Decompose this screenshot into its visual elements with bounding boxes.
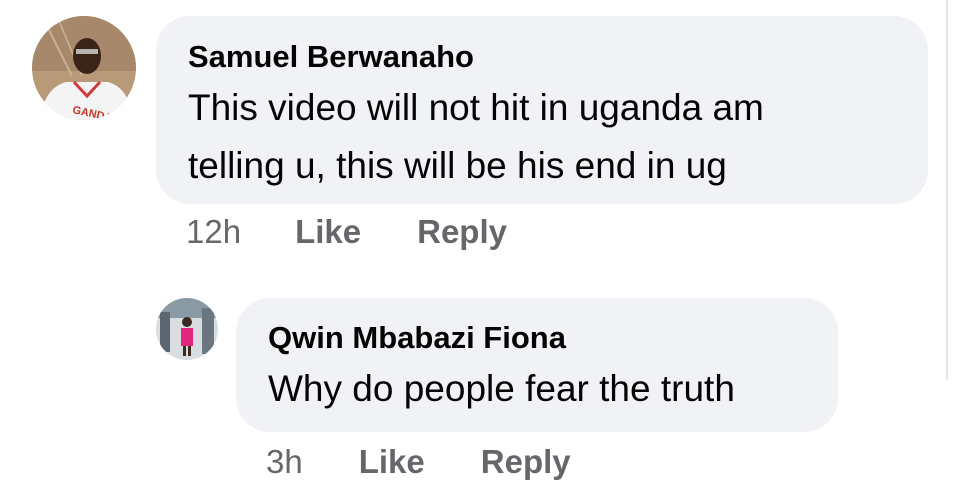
reply-author[interactable]: Qwin Mbabazi Fiona [268, 320, 566, 356]
reply-like-button[interactable]: Like [359, 443, 425, 481]
avatar-photo: GANDA [32, 16, 136, 120]
reply-avatar[interactable] [156, 298, 218, 360]
reply-reply-button[interactable]: Reply [481, 443, 571, 481]
comment-bubble: Samuel Berwanaho This video will not hit… [156, 16, 928, 204]
avatar[interactable]: GANDA [32, 16, 136, 120]
scrollbar-edge [946, 0, 948, 380]
reply-bubble: Qwin Mbabazi Fiona Why do people fear th… [236, 298, 838, 432]
comment-author[interactable]: Samuel Berwanaho [188, 39, 474, 75]
reply-actions: 3h Like Reply [266, 443, 571, 481]
reply-avatar-photo [156, 298, 218, 360]
comment-thread: GANDA Samuel Berwanaho This video will n… [0, 0, 960, 485]
comment-timestamp[interactable]: 12h [186, 213, 241, 251]
reply-timestamp[interactable]: 3h [266, 443, 303, 481]
reply-text: Why do people fear the truth [268, 368, 735, 409]
comment-text-line-2: telling u, this will be his end in ug [188, 145, 727, 186]
like-button[interactable]: Like [295, 213, 361, 251]
comment-text-line-1: This video will not hit in uganda am [188, 87, 764, 128]
comment-actions: 12h Like Reply [186, 213, 507, 251]
reply-button[interactable]: Reply [417, 213, 507, 251]
